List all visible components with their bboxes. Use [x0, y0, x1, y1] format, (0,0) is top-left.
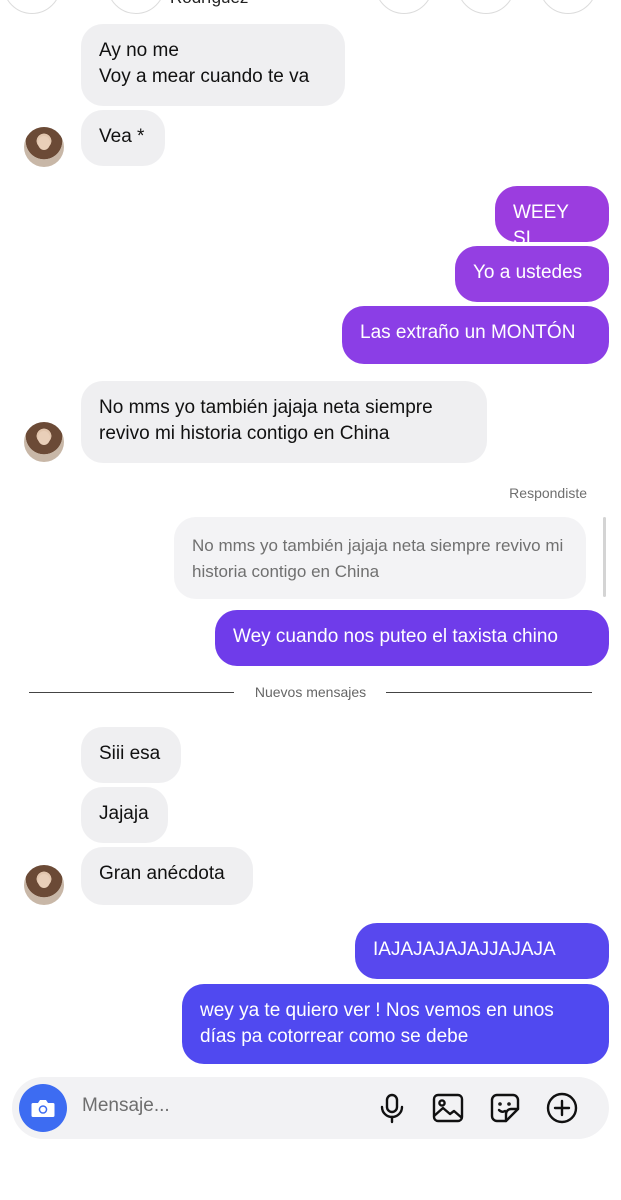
message-bubble-outgoing[interactable]: Wey cuando nos puteo el taxista chino: [215, 610, 609, 666]
camera-button[interactable]: [19, 1084, 67, 1132]
camera-icon: [31, 1100, 55, 1117]
message-input[interactable]: [80, 1094, 364, 1118]
add-icon[interactable]: [544, 1090, 580, 1126]
message-bubble-incoming[interactable]: Siii esa: [81, 727, 181, 783]
top-action-circle-4[interactable]: [539, 0, 597, 14]
new-messages-divider: Nuevos mensajes: [254, 684, 367, 700]
avatar-face: [38, 136, 50, 150]
top-action-circle-1[interactable]: [3, 0, 61, 14]
contact-avatar[interactable]: [24, 422, 64, 462]
avatar-face: [38, 431, 50, 445]
message-bubble-outgoing[interactable]: wey ya te quiero ver ! Nos vemos en unos…: [182, 984, 609, 1064]
top-action-circle-3[interactable]: [457, 0, 515, 14]
image-icon[interactable]: [430, 1090, 466, 1126]
quote-bar: [603, 517, 606, 597]
message-bubble-outgoing[interactable]: WEEY SI: [495, 186, 609, 249]
divider-line-right: [386, 692, 592, 693]
quoted-message[interactable]: No mms yo también jajaja neta siempre re…: [174, 517, 586, 599]
reply-label: Respondiste: [509, 485, 587, 501]
profile-avatar-circle[interactable]: [107, 0, 165, 14]
divider-line-left: [29, 692, 234, 693]
message-bubble-incoming[interactable]: Jajaja: [81, 787, 168, 843]
message-bubble-incoming[interactable]: No mms yo también jajaja neta siempre re…: [81, 381, 487, 463]
sticker-icon[interactable]: [487, 1090, 523, 1126]
message-bubble-incoming[interactable]: Gran anécdota: [81, 847, 253, 905]
avatar-face: [38, 874, 50, 888]
top-action-circle-2[interactable]: [375, 0, 433, 14]
message-bubble-outgoing[interactable]: IAJAJAJAJAJJAJAJA: [355, 923, 609, 979]
contact-name: Rodríguez: [170, 0, 248, 8]
message-bubble-outgoing[interactable]: Yo a ustedes: [455, 246, 609, 302]
message-composer: [12, 1077, 609, 1139]
message-bubble-incoming[interactable]: Ay no me Voy a mear cuando te va: [81, 24, 345, 106]
message-bubble-incoming[interactable]: Vea *: [81, 110, 165, 166]
contact-avatar[interactable]: [24, 127, 64, 167]
message-bubble-outgoing[interactable]: Las extraño un MONTÓN: [342, 306, 609, 364]
microphone-icon[interactable]: [374, 1090, 410, 1126]
contact-avatar[interactable]: [24, 865, 64, 905]
